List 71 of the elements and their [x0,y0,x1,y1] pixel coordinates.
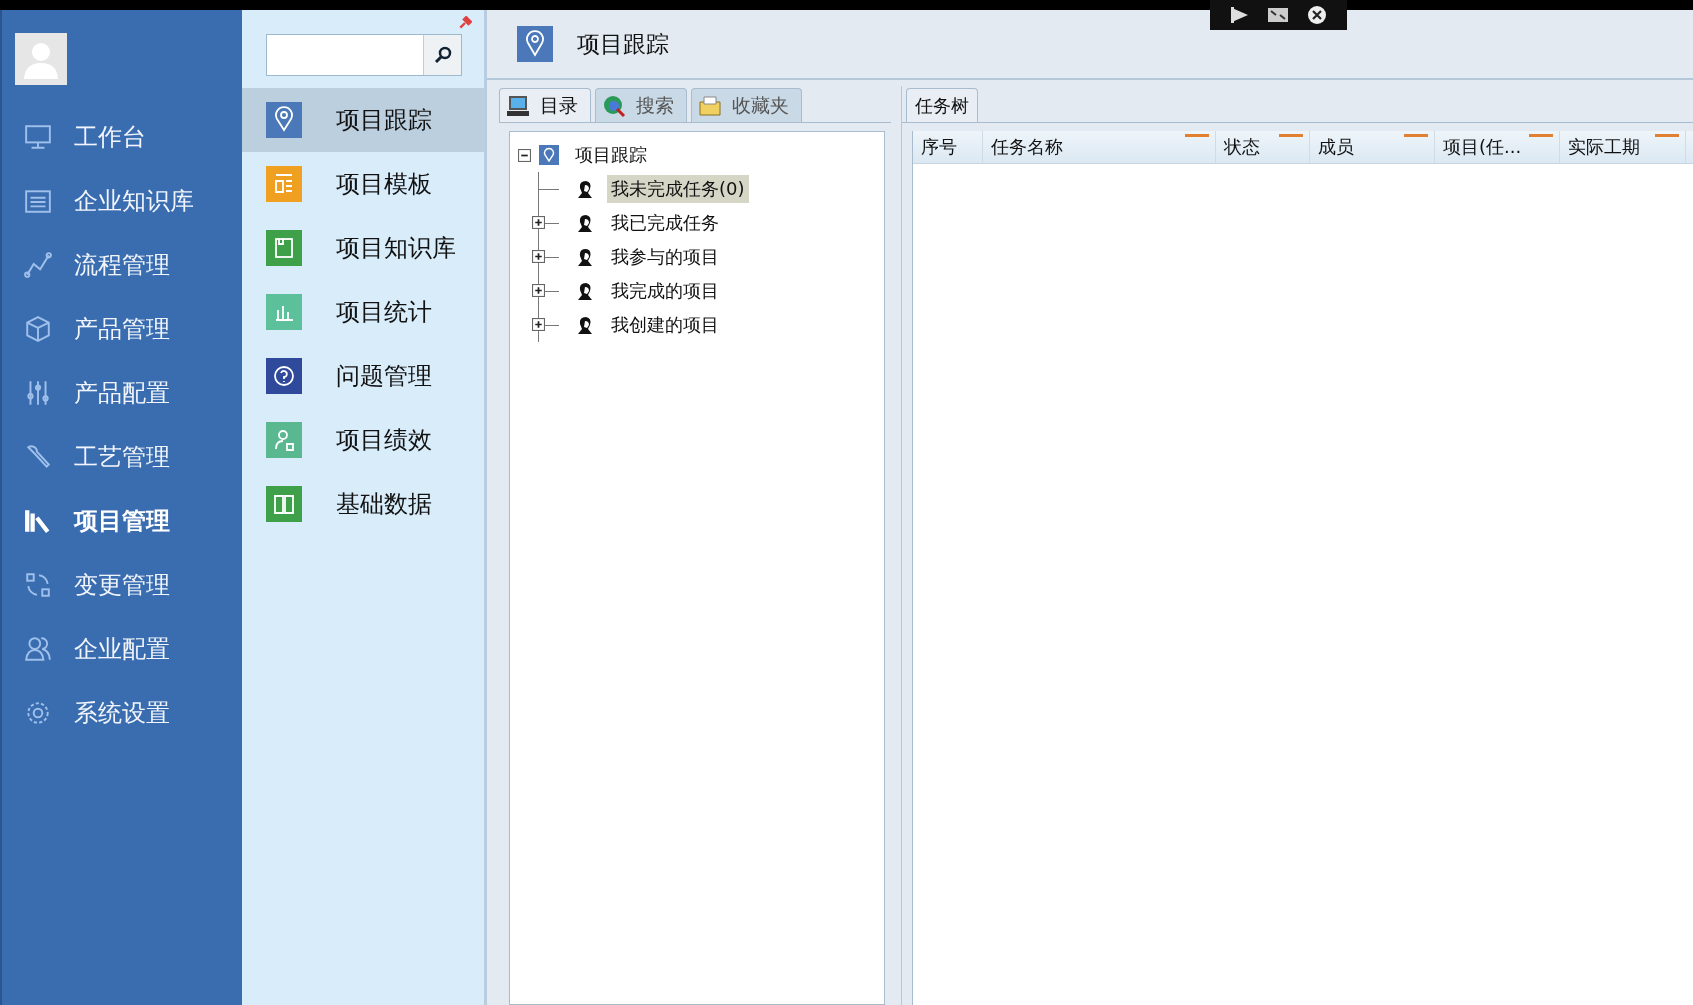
module-item[interactable]: 项目知识库 [242,216,484,280]
column-header[interactable]: 状态 [1216,131,1310,163]
gear-icon [24,699,52,727]
tree-node[interactable]: 我参与的项目 [607,243,723,271]
sidebar-item[interactable]: 企业知识库 [2,169,242,233]
column-header[interactable]: 成员 [1310,131,1435,163]
column-marker [1185,134,1209,137]
search-icon [433,46,452,64]
module-item[interactable]: 问题管理 [242,344,484,408]
module-item[interactable]: 项目跟踪 [242,88,484,152]
person-icon [575,179,595,199]
column-marker [1279,134,1303,137]
collapse-icon[interactable] [518,148,531,162]
folder-icon [698,93,722,118]
column-header[interactable]: 项目(任... [1435,131,1560,163]
search-button[interactable] [423,35,461,75]
list-icon [24,187,52,215]
tree-node[interactable]: 我已完成任务 [607,209,723,237]
tree-node[interactable]: 项目跟踪 [571,141,651,169]
computer-icon [506,93,530,118]
close-icon[interactable] [1306,5,1327,25]
tab[interactable]: 收藏夹 [691,88,802,122]
sidebar-item[interactable]: 流程管理 [2,233,242,297]
expand-icon[interactable] [1266,7,1289,23]
chart-line-icon [24,251,52,279]
sidebar-item[interactable]: 变更管理 [2,553,242,617]
person-icon [575,281,595,301]
tab[interactable]: 任务树 [906,88,978,122]
sidebar-item[interactable]: 工作台 [2,105,242,169]
search-field[interactable] [266,34,462,76]
sidebar-item[interactable]: 项目管理 [2,489,242,553]
globe-search-icon [602,93,626,118]
sidebar-item[interactable]: 系统设置 [2,681,242,745]
column-header[interactable]: 实际工期 [1560,131,1686,163]
pin-icon[interactable] [458,16,472,30]
avatar-icon [15,33,67,85]
expand-icon[interactable] [532,318,545,331]
tree-node[interactable]: 我完成的项目 [607,277,723,305]
tab[interactable]: 目录 [499,88,591,122]
books-icon [24,507,52,535]
module-item[interactable]: 项目绩效 [242,408,484,472]
module-item[interactable]: 项目模板 [242,152,484,216]
play-icon[interactable] [1230,7,1249,23]
monitor-icon [24,123,52,151]
location-pin-icon [539,145,559,165]
expand-icon[interactable] [532,216,545,229]
column-header[interactable]: 序号 [913,131,983,163]
sidebar-item[interactable]: 企业配置 [2,617,242,681]
page-title: 项目跟踪 [577,29,669,59]
module-item[interactable]: 项目统计 [242,280,484,344]
sidebar-item[interactable]: 工艺管理 [2,425,242,489]
column-marker [1529,134,1553,137]
column-header[interactable]: 任务名称 [983,131,1216,163]
column-marker [1655,134,1679,137]
sidebar-item[interactable]: 产品管理 [2,297,242,361]
module-item[interactable]: 基础数据 [242,472,484,536]
cube-icon [24,315,52,343]
person-icon [575,315,595,335]
tab[interactable]: 搜索 [595,88,687,122]
sliders-icon [24,379,52,407]
column-marker [1404,134,1428,137]
sidebar-item[interactable]: 产品配置 [2,361,242,425]
expand-icon[interactable] [532,250,545,263]
person-icon [575,213,595,233]
users-icon [24,635,52,663]
expand-icon[interactable] [532,284,545,297]
tree-node[interactable]: 我创建的项目 [607,311,723,339]
location-pin-icon [517,26,553,62]
tree-node[interactable]: 我未完成任务(0) [607,175,749,203]
person-icon [575,247,595,267]
cycle-icon [24,571,52,599]
